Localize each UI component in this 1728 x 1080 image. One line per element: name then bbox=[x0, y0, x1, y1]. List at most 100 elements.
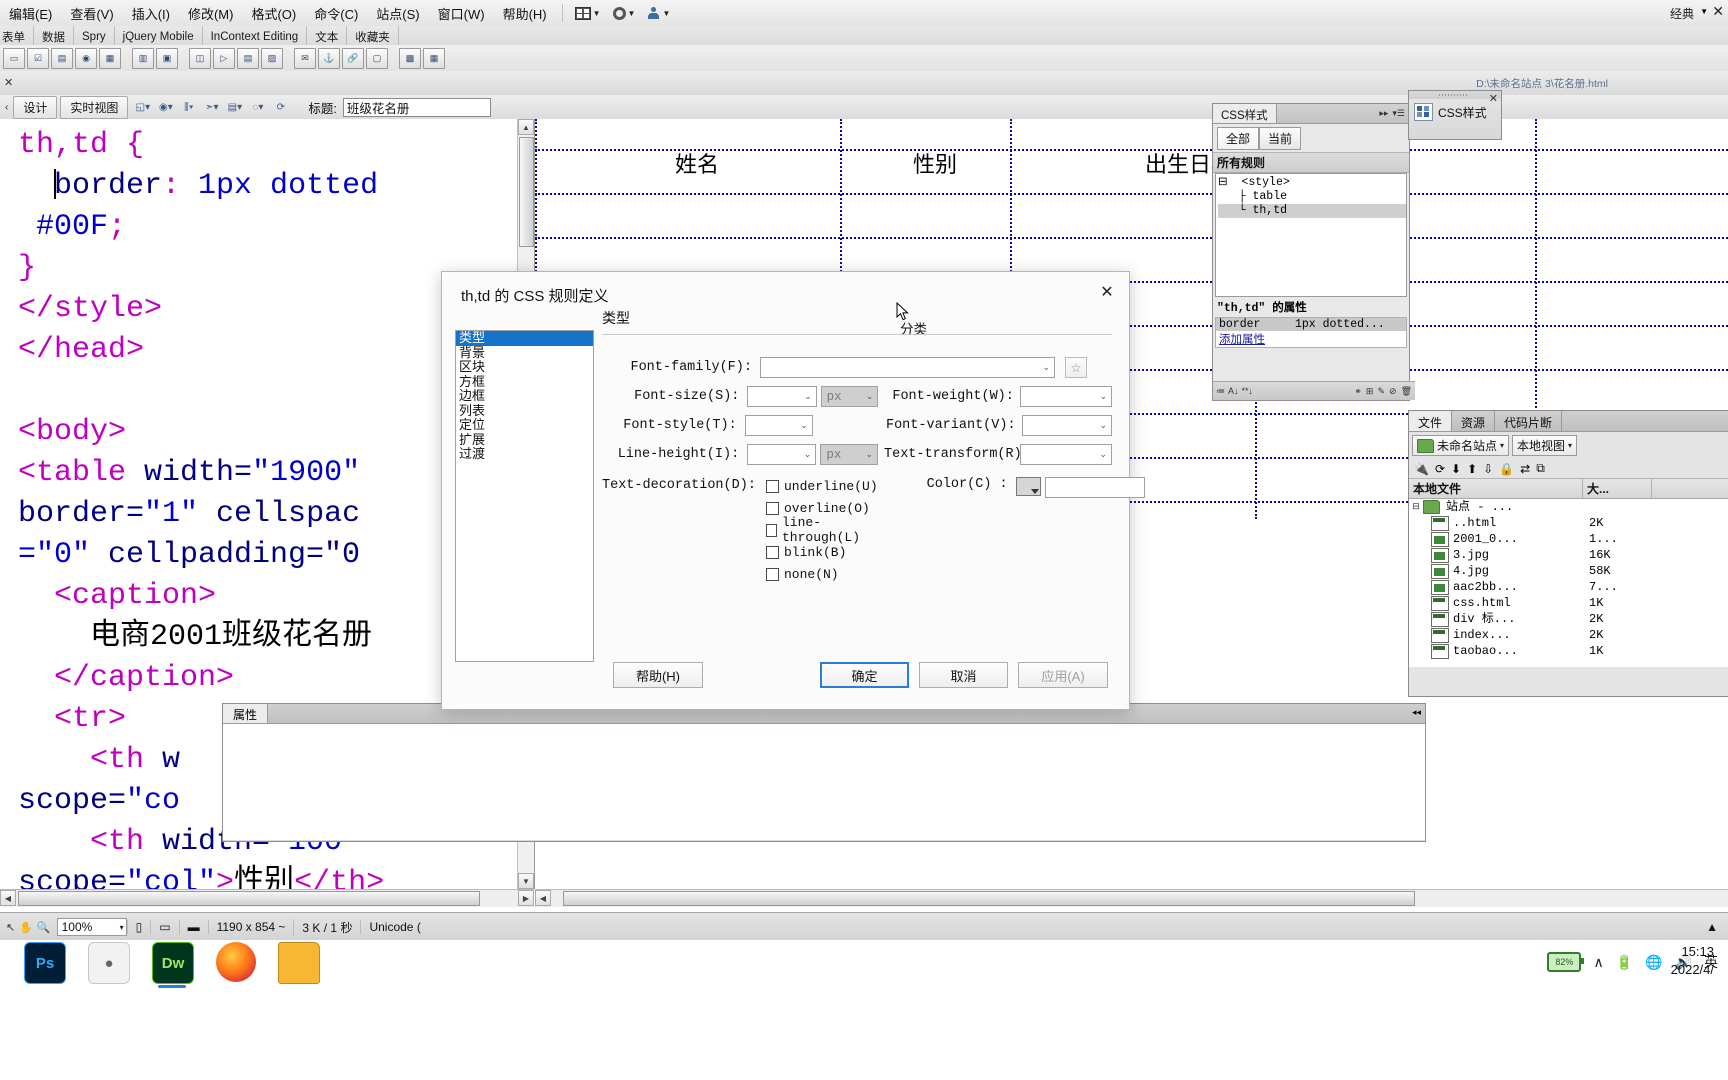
rule-style-node[interactable]: ⊟ <style> bbox=[1218, 176, 1406, 190]
insert-tab-data[interactable]: 数据 bbox=[34, 26, 74, 45]
window-size-medium-icon[interactable]: ▭ bbox=[150, 920, 178, 934]
line-height-select[interactable]: ⌄ bbox=[747, 444, 817, 465]
cancel-button[interactable]: 取消 bbox=[919, 662, 1008, 688]
insert-tab-form[interactable]: 表单 bbox=[0, 26, 34, 45]
list-item[interactable]: ..html 2K bbox=[1409, 515, 1728, 531]
list-item[interactable]: div 标... 2K bbox=[1409, 611, 1728, 627]
check-in-icon[interactable]: 🔒 bbox=[1499, 462, 1514, 476]
document-title-input[interactable] bbox=[342, 97, 491, 117]
checkbox-underline-row[interactable]: underline(U) bbox=[766, 475, 878, 497]
anchor-icon[interactable]: ⚓ bbox=[318, 47, 340, 69]
div-icon[interactable]: ◫ bbox=[189, 47, 211, 69]
insert-tab-incontext-editing[interactable]: InContext Editing bbox=[203, 26, 308, 45]
list-item[interactable]: 3.jpg 16K bbox=[1409, 547, 1728, 563]
list-item[interactable]: aac2bb... 7... bbox=[1409, 579, 1728, 595]
menu-item-format[interactable]: 格式(O) bbox=[242, 2, 305, 25]
add-property-link[interactable]: 添加属性 bbox=[1216, 331, 1268, 347]
font-manager-icon[interactable]: ☆ bbox=[1065, 357, 1087, 378]
layout-switcher-button[interactable]: ▼ bbox=[569, 5, 607, 22]
insert-tab-text[interactable]: 文本 bbox=[307, 26, 348, 45]
new-rule-icon[interactable]: ⊞ bbox=[1366, 386, 1374, 397]
preview-browser-icon[interactable]: ◉▾ bbox=[156, 98, 175, 116]
properties-collapse-icon[interactable]: ◂◂ bbox=[1412, 704, 1425, 723]
get-files-icon[interactable]: ⬇ bbox=[1451, 462, 1461, 476]
email-link-icon[interactable]: ✉ bbox=[294, 47, 316, 69]
category-item-positioning[interactable]: 定位 bbox=[456, 418, 593, 433]
scroll-left-icon[interactable]: ◀ bbox=[535, 890, 551, 906]
taskbar-app-explorer[interactable] bbox=[278, 942, 320, 984]
panel-menu-icon[interactable]: ▾☰ bbox=[1392, 108, 1405, 119]
network-icon[interactable]: 🌐 bbox=[1645, 954, 1662, 971]
live-view-button[interactable]: 实时视图 bbox=[60, 95, 129, 119]
help-button[interactable]: 帮助(H) bbox=[613, 662, 703, 688]
put-files-icon[interactable]: ⬆ bbox=[1467, 462, 1477, 476]
properties-body[interactable] bbox=[223, 724, 1425, 840]
scroll-right-icon[interactable]: ▶ bbox=[518, 890, 534, 906]
blink-checkbox[interactable] bbox=[766, 545, 779, 559]
tab-snippets[interactable]: 代码片断 bbox=[1495, 411, 1563, 431]
window-size-small-icon[interactable]: ▯ bbox=[126, 920, 151, 934]
design-horizontal-scrollbar[interactable]: ◀ bbox=[535, 889, 1728, 907]
set-properties-icon[interactable]: **↓ bbox=[1242, 386, 1254, 396]
apply-button[interactable]: 应用(A) bbox=[1018, 662, 1108, 688]
menu-item-insert[interactable]: 插入(I) bbox=[123, 2, 179, 25]
property-value[interactable]: 1px dotted... bbox=[1292, 318, 1406, 331]
collapse-icon[interactable]: ▸▸ bbox=[1379, 108, 1388, 119]
settings-button[interactable]: ▼ bbox=[607, 5, 642, 22]
insert-tab-jquery-mobile[interactable]: jQuery Mobile bbox=[115, 26, 203, 45]
category-item-block[interactable]: 区块 bbox=[456, 360, 593, 375]
float-panel-body[interactable]: CSS样式 bbox=[1409, 99, 1501, 125]
battery-indicator[interactable]: 82% bbox=[1547, 952, 1585, 972]
category-item-transition[interactable]: 过渡 bbox=[456, 447, 593, 462]
ok-button[interactable]: 确定 bbox=[820, 662, 909, 688]
tab-assets[interactable]: 资源 bbox=[1452, 411, 1496, 431]
alpha-sort-icon[interactable]: A↓ bbox=[1228, 386, 1239, 396]
list-icon[interactable]: ▦ bbox=[99, 47, 121, 69]
column-local-files[interactable]: 本地文件 bbox=[1409, 479, 1583, 498]
font-weight-select[interactable]: ⌄ bbox=[1019, 386, 1112, 407]
scroll-up-icon[interactable]: ▲ bbox=[518, 119, 534, 135]
color-value-input[interactable] bbox=[1044, 477, 1145, 498]
list-item[interactable]: 2001_0... 1... bbox=[1409, 531, 1728, 547]
category-item-extensions[interactable]: 扩展 bbox=[456, 433, 593, 448]
hyperlink-icon[interactable]: 🔗 bbox=[342, 47, 364, 69]
hand-tool-icon[interactable]: ✋ bbox=[19, 921, 33, 934]
dialog-close-button[interactable]: ✕ bbox=[1095, 280, 1119, 304]
head-icon[interactable]: ▩ bbox=[399, 47, 421, 69]
taskbar-app-dreamweaver[interactable]: Dw bbox=[152, 942, 194, 988]
refresh-icon[interactable]: ⟳ bbox=[271, 98, 290, 116]
twisty-icon[interactable]: ⊟ bbox=[1409, 499, 1423, 515]
line-through-checkbox[interactable] bbox=[766, 523, 777, 537]
css-current-button[interactable]: 当前 bbox=[1259, 127, 1302, 150]
panel-collapse-icon[interactable]: ▲ bbox=[1706, 920, 1718, 934]
table-header-cell[interactable]: 姓名 bbox=[675, 147, 719, 179]
menu-item-help[interactable]: 帮助(H) bbox=[494, 2, 556, 25]
float-panel-grip[interactable] bbox=[1409, 91, 1501, 99]
table-icon[interactable]: ▥ bbox=[132, 47, 154, 69]
check-out-icon[interactable]: ⇩ bbox=[1483, 462, 1493, 476]
checkbox-none-row[interactable]: none(N) bbox=[766, 563, 878, 585]
connect-remote-icon[interactable]: 🔌 bbox=[1414, 462, 1429, 476]
attach-stylesheet-icon[interactable]: ⚭ bbox=[1354, 386, 1362, 397]
site-dropdown[interactable]: 未命名站点 ▾ bbox=[1412, 435, 1510, 456]
expand-panel-icon[interactable]: ⧉ bbox=[1536, 461, 1545, 476]
menu-item-edit[interactable]: 编辑(E) bbox=[0, 2, 61, 25]
taskbar-app-photoshop[interactable]: Ps bbox=[24, 942, 66, 984]
window-close-button[interactable]: ✕ bbox=[1712, 3, 1724, 20]
synchronize-icon[interactable]: ⇄ bbox=[1520, 462, 1530, 476]
code-scroll-thumb[interactable] bbox=[519, 137, 534, 247]
underline-checkbox[interactable] bbox=[766, 479, 779, 493]
list-item[interactable]: ⊟ 站点 - ... bbox=[1409, 499, 1728, 515]
script-icon[interactable]: ▦ bbox=[423, 47, 445, 69]
comment-icon[interactable]: ▢ bbox=[366, 47, 388, 69]
tab-files[interactable]: 文件 bbox=[1409, 411, 1453, 431]
form-icon[interactable]: ▭ bbox=[3, 47, 25, 69]
line-height-unit-select[interactable]: px ⌄ bbox=[820, 444, 878, 465]
image-icon[interactable]: ▣ bbox=[156, 47, 178, 69]
float-close-icon[interactable]: ✕ bbox=[1489, 92, 1498, 105]
menu-item-view[interactable]: 查看(V) bbox=[61, 2, 122, 25]
category-item-border[interactable]: 边框 bbox=[456, 389, 593, 404]
textfield-icon[interactable]: ▤ bbox=[51, 47, 73, 69]
list-item[interactable]: index... 2K bbox=[1409, 627, 1728, 643]
taskbar-app-firefox[interactable] bbox=[216, 942, 256, 984]
